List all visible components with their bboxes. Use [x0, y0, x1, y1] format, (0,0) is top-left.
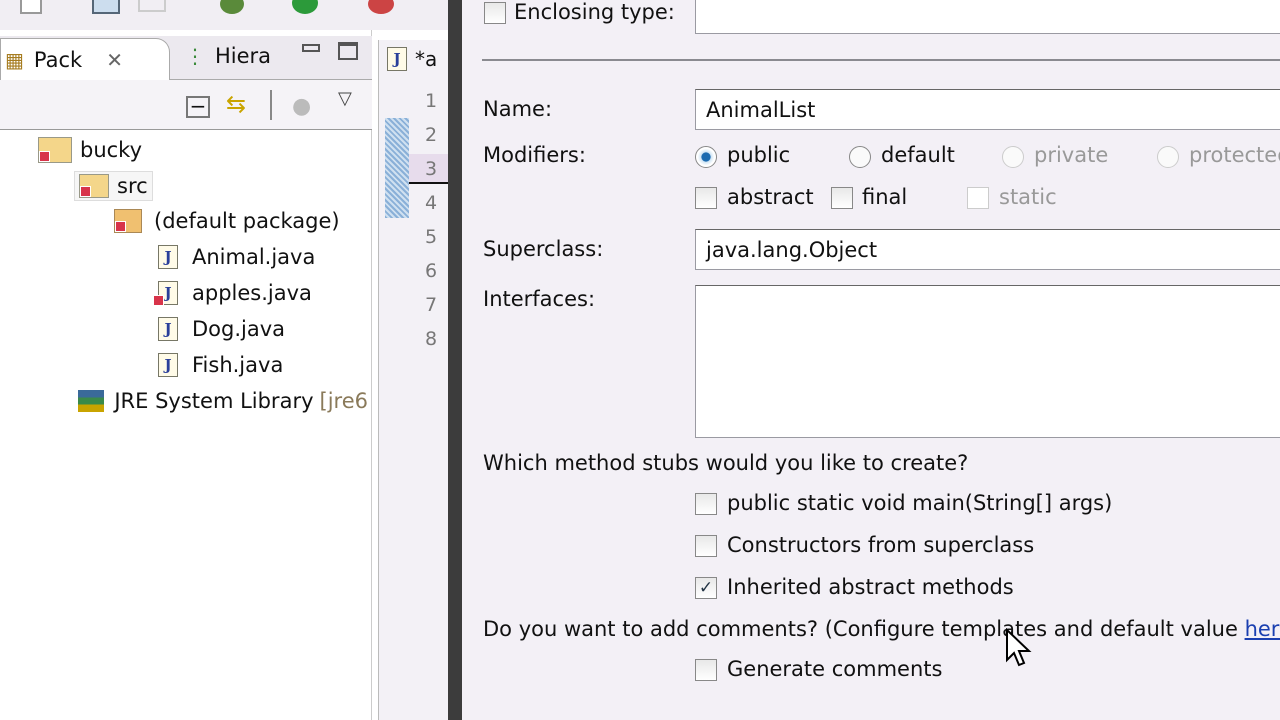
run-icon[interactable] [292, 0, 318, 14]
final-label: final [862, 185, 907, 209]
interfaces-list[interactable] [695, 285, 1280, 438]
default-radio[interactable] [849, 146, 871, 168]
abstract-checkbox[interactable] [695, 187, 717, 209]
main-toolbar [0, 0, 450, 30]
enclosing-type-field[interactable] [695, 0, 1280, 34]
protected-label: protected [1189, 143, 1280, 167]
external-tools-icon[interactable] [368, 0, 394, 14]
public-label: public [727, 143, 790, 167]
package-icon [114, 209, 142, 233]
static-label: static [999, 185, 1057, 209]
constructors-label: Constructors from superclass [727, 533, 1034, 557]
name-label: Name: [483, 97, 552, 121]
line-number: 2 [425, 124, 437, 146]
mouse-cursor-icon [1005, 628, 1033, 668]
tree-item-file[interactable]: JFish.java [158, 353, 283, 377]
private-radio [1002, 146, 1024, 168]
view-menu-chevron-down-icon[interactable]: ▽ [338, 88, 352, 109]
constructors-checkbox[interactable] [695, 535, 717, 557]
line-number: 6 [425, 260, 437, 282]
change-ruler [385, 118, 409, 218]
close-icon[interactable]: ✕ [106, 48, 123, 72]
project-icon [38, 137, 72, 163]
java-file-icon: J [158, 317, 178, 341]
tree-item-file[interactable]: JAnimal.java [158, 245, 315, 269]
line-number: 4 [425, 192, 437, 214]
enclosing-type-label: Enclosing type: [514, 0, 675, 24]
main-stub-label: public static void main(String[] args) [727, 491, 1112, 515]
enclosing-type-checkbox[interactable] [484, 2, 506, 24]
java-file-icon: J [158, 281, 178, 305]
private-label: private [1034, 143, 1108, 167]
save-all-icon[interactable] [138, 0, 166, 12]
view-toolbar: − ⇆ ● ▽ [0, 80, 372, 130]
view-tabbar: ▦ Pack ✕ ⋮ Hiera [0, 36, 372, 80]
abstract-label: abstract [727, 185, 814, 209]
tree-item-default-package[interactable]: (default package) [114, 209, 340, 233]
public-radio[interactable] [695, 146, 717, 168]
stubs-question: Which method stubs would you like to cre… [483, 451, 968, 475]
hierarchy-icon: ⋮ [185, 44, 205, 68]
link-with-editor-icon[interactable]: ⇆ [226, 90, 246, 118]
source-folder-icon [79, 174, 109, 198]
filter-icon[interactable]: ● [292, 94, 311, 119]
new-icon[interactable] [20, 0, 42, 14]
editor-area: J *a [378, 40, 448, 720]
inherited-methods-label: Inherited abstract methods [727, 575, 1014, 599]
maximize-icon[interactable] [338, 42, 358, 60]
inherited-methods-checkbox[interactable]: ✓ [695, 577, 717, 599]
superclass-field[interactable]: java.lang.Object [695, 229, 1280, 270]
generate-comments-label: Generate comments [727, 657, 942, 681]
configure-templates-link[interactable]: here [1245, 617, 1280, 641]
collapse-all-icon[interactable]: − [186, 96, 210, 118]
debug-icon[interactable] [220, 0, 244, 14]
line-number: 1 [425, 90, 437, 112]
modifiers-label: Modifiers: [483, 143, 586, 167]
generate-comments-checkbox[interactable] [695, 659, 717, 681]
save-icon[interactable] [92, 0, 120, 14]
tree-item-src[interactable]: src [74, 171, 153, 201]
default-label: default [881, 143, 955, 167]
tree-item-file[interactable]: Japples.java [158, 281, 312, 305]
final-checkbox[interactable] [831, 187, 853, 209]
static-checkbox [967, 187, 989, 209]
superclass-label: Superclass: [483, 237, 603, 261]
minimize-icon[interactable] [302, 44, 320, 52]
comments-question: Do you want to add comments? (Configure … [483, 617, 1280, 641]
java-file-icon: J [387, 47, 407, 71]
separator [270, 90, 272, 120]
line-number: 3 [425, 158, 437, 180]
tab-editor[interactable]: J *a [387, 40, 457, 78]
protected-radio [1157, 146, 1179, 168]
package-icon: ▦ [5, 48, 24, 72]
name-field[interactable]: AnimalList [695, 89, 1280, 130]
java-file-icon: J [158, 353, 178, 377]
line-number: 8 [425, 328, 437, 350]
tree-item-file[interactable]: JDog.java [158, 317, 285, 341]
library-icon [78, 390, 104, 412]
tree-item-project[interactable]: bucky [38, 137, 142, 163]
line-number: 7 [425, 294, 437, 316]
java-file-icon: J [158, 245, 178, 269]
line-number: 5 [425, 226, 437, 248]
tree-item-jre[interactable]: JRE System Library [jre6 [78, 389, 368, 413]
tab-package-explorer[interactable]: ▦ Pack ✕ [0, 38, 170, 80]
tab-hierarchy[interactable]: ⋮ Hiera [185, 44, 271, 68]
interfaces-label: Interfaces: [483, 287, 595, 311]
separator [482, 59, 1280, 61]
main-stub-checkbox[interactable] [695, 493, 717, 515]
